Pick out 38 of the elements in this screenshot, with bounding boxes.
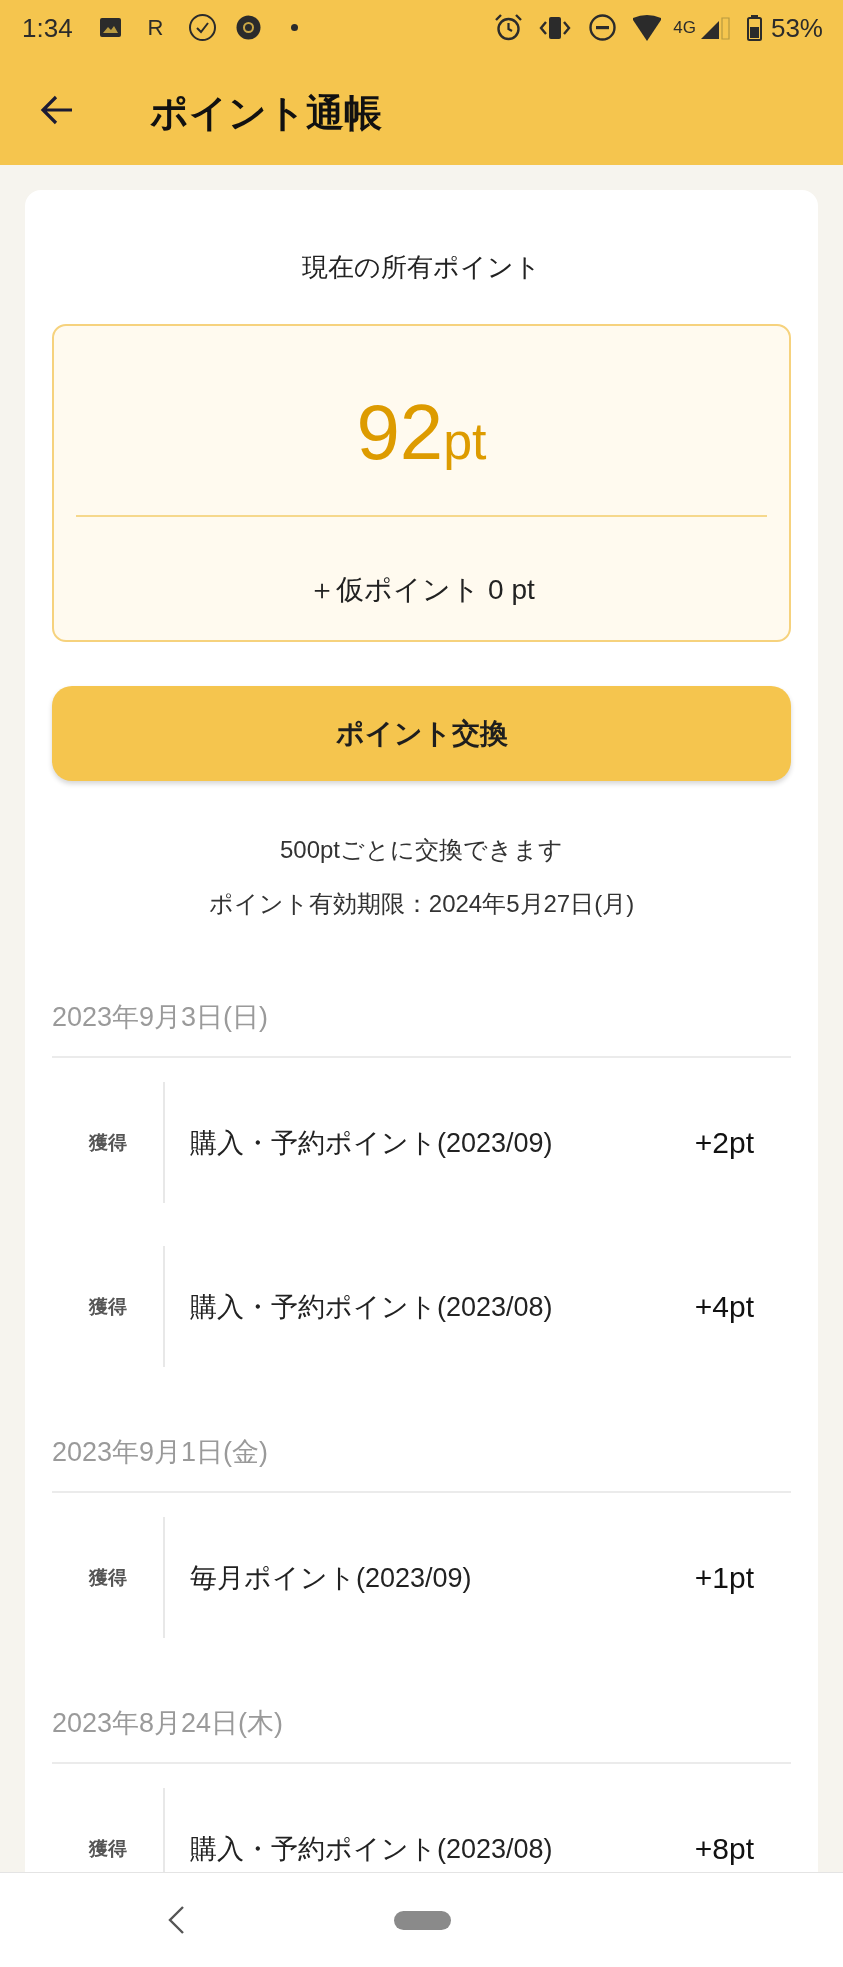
entry-points: +2pt xyxy=(694,1125,754,1160)
dot-icon xyxy=(290,24,298,31)
chevron-left-icon[interactable] xyxy=(167,1905,185,1935)
entry-points: +4pt xyxy=(694,1289,754,1324)
exchange-button[interactable]: ポイント交換 xyxy=(52,686,791,781)
status-time: 1:34 xyxy=(22,12,73,43)
entry-description: 購入・予約ポイント(2023/08) xyxy=(190,1290,553,1323)
battery-icon xyxy=(746,14,762,41)
home-pill-icon[interactable] xyxy=(394,1910,451,1930)
network-type: 4G xyxy=(673,16,696,39)
entry-description: 購入・予約ポイント(2023/09) xyxy=(190,1126,553,1159)
do-not-disturb-icon xyxy=(589,14,617,41)
note-text: ポイント有効期限：2024年5月27日(月) xyxy=(208,891,635,917)
entry-type: 獲得 xyxy=(88,1131,127,1154)
check-circle-icon xyxy=(187,13,217,42)
arrow-left-icon[interactable] xyxy=(40,93,74,127)
provisional-points: ＋仮ポイント 0 pt xyxy=(308,575,535,605)
entry-type: 獲得 xyxy=(88,1295,127,1318)
chrome-icon xyxy=(235,15,261,40)
date-heading: 2023年9月1日(金) xyxy=(52,1437,269,1467)
alarm-clock-icon xyxy=(495,14,523,41)
date-heading: 2023年9月3日(日) xyxy=(52,1002,269,1032)
entry-type: 獲得 xyxy=(88,1837,127,1860)
vibrate-icon xyxy=(539,15,572,40)
page-title: ポイント通帳 xyxy=(150,91,382,135)
entry-type: 獲得 xyxy=(88,1566,127,1589)
date-heading: 2023年8月24日(木) xyxy=(52,1708,284,1738)
points-value: 92pt xyxy=(356,392,487,472)
balance-label: 現在の所有ポイント xyxy=(302,253,541,281)
entry-description: 毎月ポイント(2023/09) xyxy=(190,1561,472,1594)
entry-points: +8pt xyxy=(694,1831,754,1866)
app-letter: R xyxy=(147,13,164,42)
entry-description: 購入・予約ポイント(2023/08) xyxy=(190,1832,553,1865)
entry-points: +1pt xyxy=(694,1560,754,1595)
wifi-icon xyxy=(633,14,662,41)
battery-percent: 53% xyxy=(770,12,823,43)
image-icon xyxy=(99,17,121,38)
note-text: 500ptごとに交換できます xyxy=(279,837,564,863)
